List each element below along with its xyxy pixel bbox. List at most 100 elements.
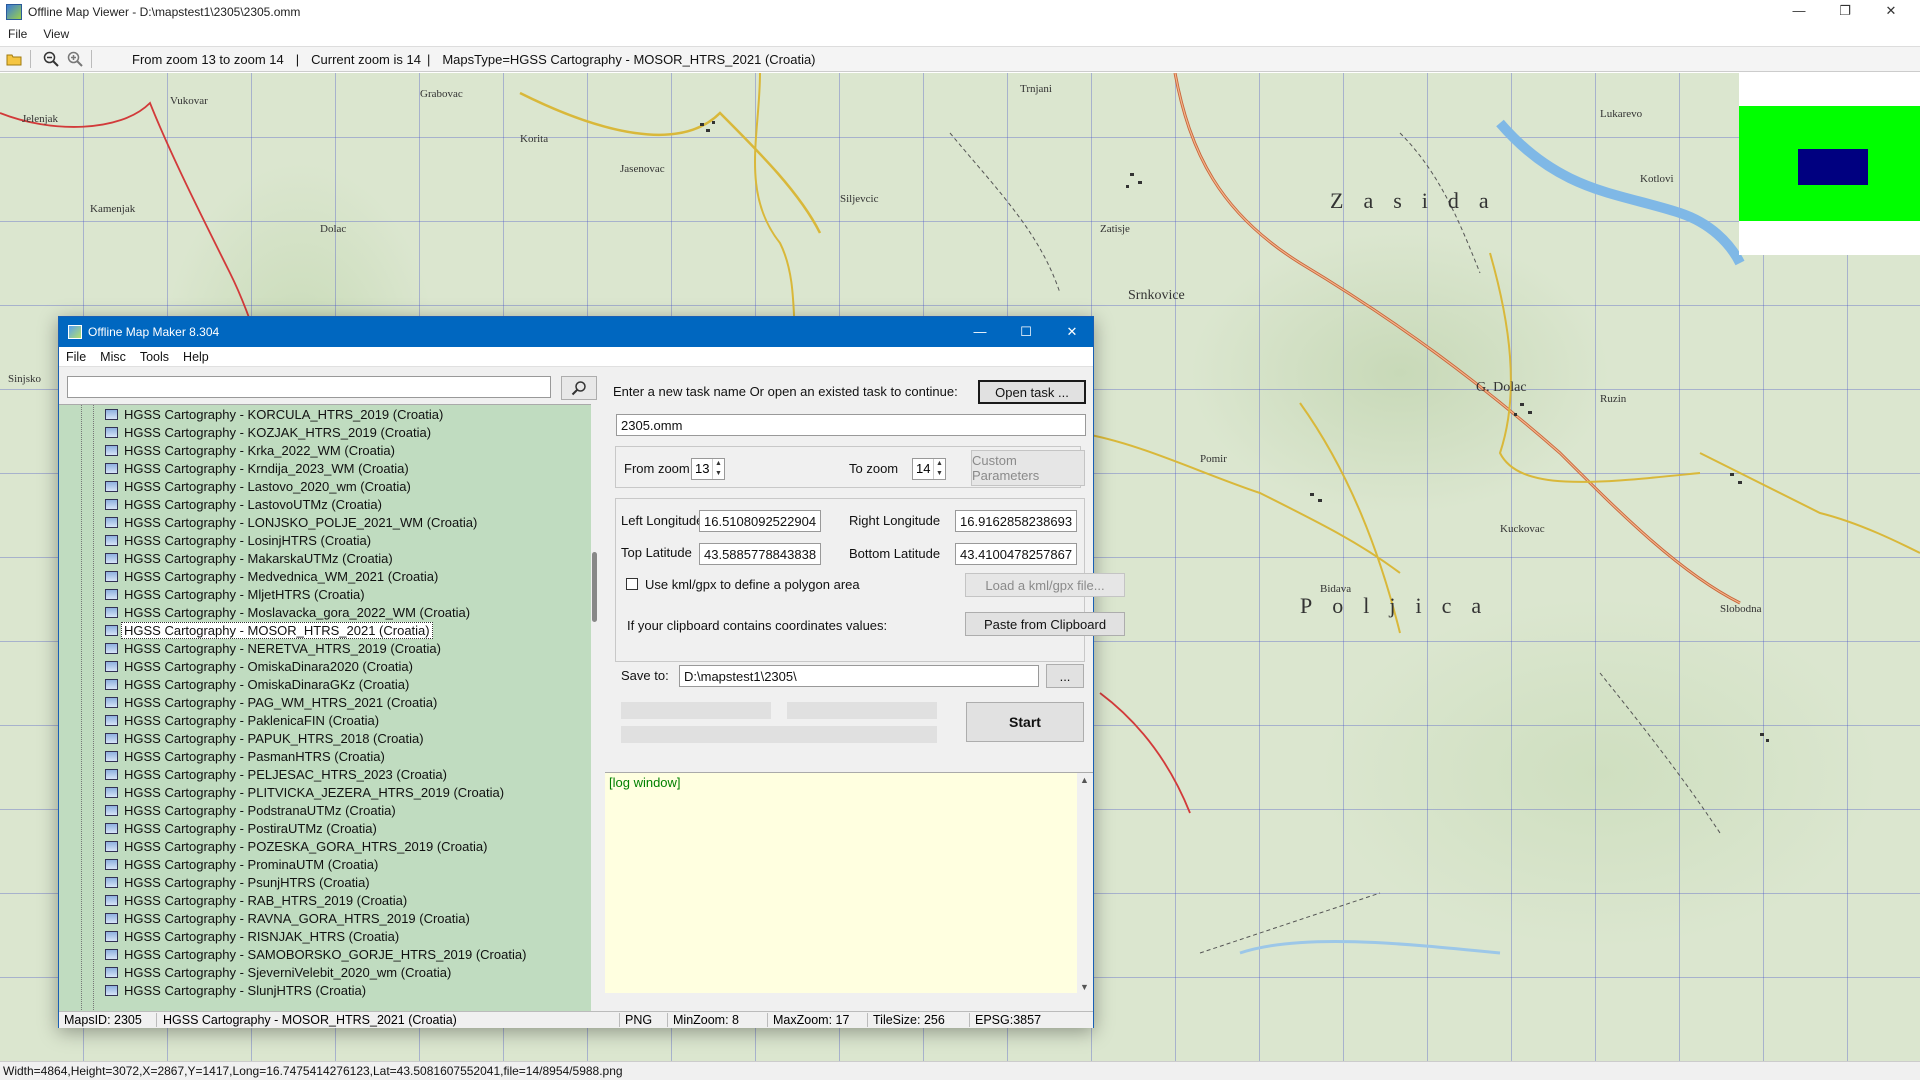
map-place-label: Grabovac [420,88,463,100]
browse-button[interactable]: ... [1046,664,1084,688]
task-name-input[interactable]: 2305.omm [616,414,1086,436]
dialog-menu-tools[interactable]: Tools [133,350,176,364]
tree-item-label: HGSS Cartography - LastovoUTMz (Croatia) [124,496,382,512]
tree-item[interactable]: HGSS Cartography - NERETVA_HTRS_2019 (Cr… [105,639,441,657]
tree-item[interactable]: HGSS Cartography - PodstranaUTMz (Croati… [105,801,396,819]
dialog-menu-file[interactable]: File [59,350,93,364]
menu-file[interactable]: File [0,27,35,41]
tree-item[interactable]: HGSS Cartography - SjeverniVelebit_2020_… [105,963,451,981]
map-layer-icon [105,912,118,924]
tree-item[interactable]: HGSS Cartography - PsunjHTRS (Croatia) [105,873,370,891]
tree-item[interactable]: HGSS Cartography - RISNJAK_HTRS (Croatia… [105,927,399,945]
right-longitude-label: Right Longitude [849,513,941,528]
tree-scrollbar-thumb[interactable] [592,552,597,622]
log-window-text: [log window] [609,775,681,790]
map-layer-icon [105,534,118,546]
maps-search-input[interactable] [67,376,551,398]
tree-item[interactable]: HGSS Cartography - ProminaUTM (Croatia) [105,855,378,873]
custom-parameters-button[interactable]: Custom Parameters [971,450,1085,486]
open-folder-icon[interactable] [4,49,24,69]
spinner-arrows-icon[interactable]: ▲ ▼ [712,459,724,479]
tree-item[interactable]: HGSS Cartography - POZESKA_GORA_HTRS_201… [105,837,487,855]
map-layer-icon [105,498,118,510]
scroll-down-icon[interactable]: ▼ [1080,982,1089,992]
to-zoom-spinner[interactable]: 14 ▲ ▼ [912,458,946,480]
dialog-minimize-icon[interactable]: — [957,317,1003,347]
tree-item[interactable]: HGSS Cartography - Medvednica_WM_2021 (C… [105,567,438,585]
bottom-latitude-input[interactable]: 43.4100478257867 [955,543,1077,565]
tree-item[interactable]: HGSS Cartography - PostiraUTMz (Croatia) [105,819,377,837]
tree-item[interactable]: HGSS Cartography - OmiskaDinaraGKz (Croa… [105,675,409,693]
dialog-close-icon[interactable]: ✕ [1049,317,1095,347]
map-layer-icon [105,894,118,906]
tree-item-label: HGSS Cartography - Moslavacka_gora_2022_… [124,604,471,620]
tree-item[interactable]: HGSS Cartography - PAG_WM_HTRS_2021 (Cro… [105,693,437,711]
tree-scrollbar[interactable] [591,404,599,1011]
dialog-statusbar: MapsID: 2305 HGSS Cartography - MOSOR_HT… [59,1011,1093,1028]
minimize-icon[interactable]: — [1776,0,1822,22]
tree-connector [93,405,94,1011]
zoom-in-icon[interactable] [65,49,85,69]
tree-item[interactable]: HGSS Cartography - SAMOBORSKO_GORJE_HTRS… [105,945,526,963]
from-zoom-spinner[interactable]: 13 ▲ ▼ [691,458,725,480]
tree-item[interactable]: HGSS Cartography - LONJSKO_POLJE_2021_WM… [105,513,477,531]
minimap-frame [1739,73,1920,106]
map-layer-icon [105,858,118,870]
tree-item[interactable]: HGSS Cartography - RAVNA_GORA_HTRS_2019 … [105,909,470,927]
menu-view[interactable]: View [35,27,77,41]
kml-checkbox[interactable] [626,578,638,590]
tree-item-label: HGSS Cartography - Lastovo_2020_wm (Croa… [124,478,411,494]
scroll-up-icon[interactable]: ▲ [1080,775,1089,785]
open-task-button[interactable]: Open task ... [978,380,1086,404]
load-kml-button[interactable]: Load a kml/gpx file... [965,573,1125,597]
overview-minimap[interactable] [1739,106,1920,221]
log-scrollbar[interactable]: ▲ ▼ [1077,773,1093,994]
map-layer-icon [105,696,118,708]
tree-item[interactable]: HGSS Cartography - MOSOR_HTRS_2021 (Croa… [105,621,433,639]
tree-item[interactable]: HGSS Cartography - LastovoUTMz (Croatia) [105,495,382,513]
minimap-frame [1739,221,1920,255]
right-longitude-input[interactable]: 16.9162858238693 [955,510,1077,532]
restore-icon[interactable]: ❐ [1822,0,1868,22]
tree-item[interactable]: HGSS Cartography - RAB_HTRS_2019 (Croati… [105,891,407,909]
map-place-label: Ruzin [1600,393,1627,405]
maps-list-pane: HGSS Cartography - KORCULA_HTRS_2019 (Cr… [59,368,599,1011]
paste-from-clipboard-button[interactable]: Paste from Clipboard [965,612,1125,636]
dialog-titlebar[interactable]: Offline Map Maker 8.304 — ☐ ✕ [59,317,1093,347]
tree-item[interactable]: HGSS Cartography - MljetHTRS (Croatia) [105,585,365,603]
tree-item[interactable]: HGSS Cartography - PELJESAC_HTRS_2023 (C… [105,765,447,783]
log-window[interactable]: [log window] ▲ ▼ [605,772,1093,994]
map-place-label: Slobodna [1720,603,1762,615]
dialog-menu-help[interactable]: Help [176,350,216,364]
tree-item[interactable]: HGSS Cartography - PLITVICKA_JEZERA_HTRS… [105,783,504,801]
top-latitude-input[interactable]: 43.5885778843838 [699,543,821,565]
tree-item[interactable]: HGSS Cartography - Krka_2022_WM (Croatia… [105,441,395,459]
maps-tree[interactable]: HGSS Cartography - KORCULA_HTRS_2019 (Cr… [59,404,591,1011]
tree-item[interactable]: HGSS Cartography - Lastovo_2020_wm (Croa… [105,477,411,495]
tree-item[interactable]: HGSS Cartography - PaklenicaFIN (Croatia… [105,711,379,729]
tree-item[interactable]: HGSS Cartography - SlunjHTRS (Croatia) [105,981,366,999]
dialog-menu-misc[interactable]: Misc [93,350,133,364]
spinner-arrows-icon[interactable]: ▲ ▼ [933,459,945,479]
zoom-out-icon[interactable] [41,49,61,69]
tree-item[interactable]: HGSS Cartography - OmiskaDinara2020 (Cro… [105,657,413,675]
tree-item[interactable]: HGSS Cartography - Krndija_2023_WM (Croa… [105,459,409,477]
viewer-title: Offline Map Viewer - D:\mapstest1\2305\2… [28,5,301,19]
minimap-viewport[interactable] [1798,149,1868,185]
tree-item[interactable]: HGSS Cartography - LosinjHTRS (Croatia) [105,531,371,549]
search-button[interactable] [561,376,597,400]
tree-item[interactable]: HGSS Cartography - PAPUK_HTRS_2018 (Croa… [105,729,424,747]
tree-item[interactable]: HGSS Cartography - MakarskaUTMz (Croatia… [105,549,393,567]
save-to-input[interactable]: D:\mapstest1\2305\ [679,665,1039,687]
tree-item[interactable]: HGSS Cartography - PasmanHTRS (Croatia) [105,747,385,765]
status-format: PNG [625,1013,653,1027]
tree-item[interactable]: HGSS Cartography - KORCULA_HTRS_2019 (Cr… [105,405,443,423]
close-icon[interactable]: ✕ [1868,0,1914,22]
dialog-maximize-icon[interactable]: ☐ [1003,317,1049,347]
tree-item[interactable]: HGSS Cartography - KOZJAK_HTRS_2019 (Cro… [105,423,431,441]
tree-item-label: HGSS Cartography - OmiskaDinaraGKz (Croa… [124,676,410,692]
tree-item[interactable]: HGSS Cartography - Moslavacka_gora_2022_… [105,603,470,621]
map-place-label: Trnjani [1020,83,1052,95]
start-button[interactable]: Start [966,702,1084,742]
left-longitude-input[interactable]: 16.5108092522904 [699,510,821,532]
